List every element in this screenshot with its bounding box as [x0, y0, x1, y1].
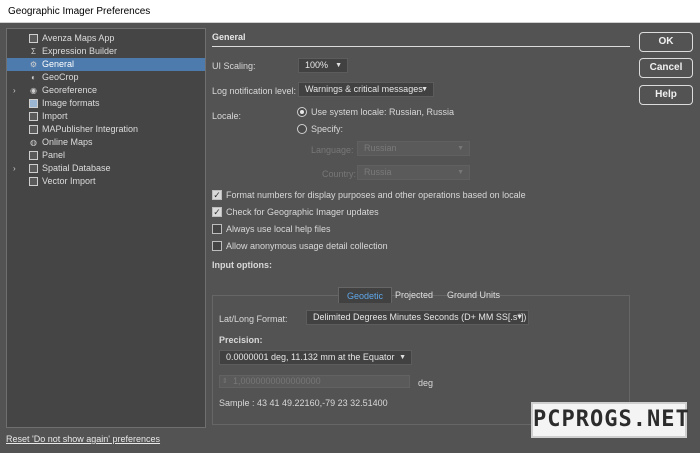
tree-item-vector-import[interactable]: Vector Import	[7, 175, 205, 188]
precision-dropdown[interactable]: 0.0000001 deg, 11.132 mm at the Equator …	[219, 350, 412, 365]
precision-input[interactable]: 1,0000000000000000	[219, 375, 410, 388]
sigma-icon: Σ	[31, 47, 36, 56]
system-locale-radio[interactable]	[297, 107, 307, 117]
chevron-down-icon: ▼	[421, 86, 428, 93]
spinner-icon: ⇕	[222, 378, 228, 385]
usage-collection-checkbox[interactable]	[212, 241, 222, 251]
locale-label: Locale:	[212, 111, 242, 121]
tab-ground-units[interactable]: Ground Units	[439, 287, 508, 303]
tree-item-label: Panel	[42, 150, 66, 160]
language-value: Russian	[364, 143, 397, 153]
tree-item-avenza-maps-app[interactable]: Avenza Maps App	[7, 32, 205, 45]
globe-icon: ◍	[30, 138, 37, 147]
format-numbers-checkbox[interactable]: ✓	[212, 190, 222, 200]
check-updates-checkbox[interactable]: ✓	[212, 207, 222, 217]
local-help-label: Always use local help files	[226, 224, 331, 234]
tree-item-mapublisher-integration[interactable]: MAPublisher Integration	[7, 123, 205, 136]
chevron-down-icon: ▼	[516, 314, 523, 321]
phone-icon	[29, 34, 38, 43]
tree-item-georeference[interactable]: › ◉ Georeference	[7, 84, 205, 97]
country-dropdown[interactable]: Russia ▼	[357, 165, 470, 180]
vector-icon	[29, 177, 38, 186]
window-title: Geographic Imager Preferences	[0, 0, 700, 23]
reset-preferences-link[interactable]: Reset 'Do not show again' preferences	[6, 434, 160, 444]
country-label: Country:	[322, 169, 357, 179]
cancel-button[interactable]: Cancel	[639, 58, 693, 78]
format-numbers-label: Format numbers for display purposes and …	[226, 190, 526, 200]
tree-item-label: Import	[42, 111, 68, 121]
georeference-icon: ◉	[30, 86, 37, 95]
tree-item-label: Expression Builder	[42, 46, 118, 56]
sample-text: Sample : 43 41 49.22160,-79 23 32.51400	[219, 398, 388, 408]
log-level-value: Warnings & critical messages	[305, 84, 423, 94]
category-tree[interactable]: Avenza Maps App Σ Expression Builder ⚙ G…	[6, 28, 206, 428]
tab-geodetic[interactable]: Geodetic	[338, 287, 393, 303]
specify-locale-radio[interactable]	[297, 124, 307, 134]
ui-scaling-dropdown[interactable]: 100% ▼	[298, 58, 348, 73]
latlong-format-label: Lat/Long Format:	[219, 314, 288, 324]
ok-button[interactable]: OK	[639, 32, 693, 52]
tree-item-label: Avenza Maps App	[42, 33, 115, 43]
tree-item-label: GeoCrop	[42, 72, 79, 82]
tree-item-label: Vector Import	[42, 176, 96, 186]
tree-item-import[interactable]: Import	[7, 110, 205, 123]
country-value: Russia	[364, 167, 392, 177]
tree-item-geocrop[interactable]: ◐ GeoCrop	[7, 71, 205, 84]
unit-label: deg	[418, 378, 434, 388]
tree-item-label: Image formats	[42, 98, 100, 108]
tree-item-label: Online Maps	[42, 137, 93, 147]
precision-label: Precision:	[219, 335, 263, 345]
help-button[interactable]: Help	[639, 85, 693, 105]
specify-locale-label: Specify:	[311, 124, 344, 134]
precision-value: 0.0000001 deg, 11.132 mm at the Equator	[226, 352, 395, 362]
tree-item-spatial-database[interactable]: › Spatial Database	[7, 162, 205, 175]
database-icon	[29, 164, 38, 173]
watermark: PCPROGS.NET	[531, 402, 689, 438]
chevron-down-icon: ▼	[457, 169, 464, 176]
gear-icon: ⚙	[29, 60, 38, 69]
chevron-down-icon: ▼	[335, 62, 342, 69]
tree-item-expression-builder[interactable]: Σ Expression Builder	[7, 45, 205, 58]
tab-projected[interactable]: Projected	[387, 287, 441, 303]
language-label: Language:	[311, 145, 354, 155]
page-title: General	[212, 32, 246, 42]
language-dropdown[interactable]: Russian ▼	[357, 141, 470, 156]
tree-item-general[interactable]: ⚙ General	[7, 58, 205, 71]
chevron-right-icon[interactable]: ›	[13, 84, 16, 97]
tree-item-online-maps[interactable]: ◍ Online Maps	[7, 136, 205, 149]
log-level-label: Log notification level:	[212, 86, 297, 96]
system-locale-label: Use system locale: Russian, Russia	[311, 107, 455, 117]
mapublisher-icon	[29, 125, 38, 134]
tree-item-panel[interactable]: Panel	[7, 149, 205, 162]
latlong-format-dropdown[interactable]: Delimited Degrees Minutes Seconds (D+ MM…	[306, 310, 529, 325]
check-updates-label: Check for Geographic Imager updates	[226, 207, 379, 217]
usage-collection-label: Allow anonymous usage detail collection	[226, 241, 388, 251]
tree-item-label: Spatial Database	[42, 163, 111, 173]
precision-input-value: 1,0000000000000000	[233, 376, 321, 386]
import-icon	[29, 112, 38, 121]
chevron-down-icon: ▼	[399, 354, 406, 361]
section-divider	[212, 46, 630, 47]
tree-item-image-formats[interactable]: Image formats	[7, 97, 205, 110]
crop-icon: ◐	[31, 73, 36, 82]
tree-item-label: Georeference	[42, 85, 98, 95]
tree-item-label: MAPublisher Integration	[42, 124, 139, 134]
log-level-dropdown[interactable]: Warnings & critical messages ▼	[298, 82, 434, 97]
panel-icon	[29, 151, 38, 160]
chevron-right-icon[interactable]: ›	[13, 162, 16, 175]
latlong-format-value: Delimited Degrees Minutes Seconds (D+ MM…	[313, 312, 527, 322]
image-icon	[29, 99, 38, 108]
ui-scaling-label: UI Scaling:	[212, 61, 256, 71]
input-options-label: Input options:	[212, 260, 272, 270]
ui-scaling-value: 100%	[305, 60, 329, 70]
local-help-checkbox[interactable]	[212, 224, 222, 234]
chevron-down-icon: ▼	[457, 145, 464, 152]
tree-item-label: General	[42, 59, 75, 69]
